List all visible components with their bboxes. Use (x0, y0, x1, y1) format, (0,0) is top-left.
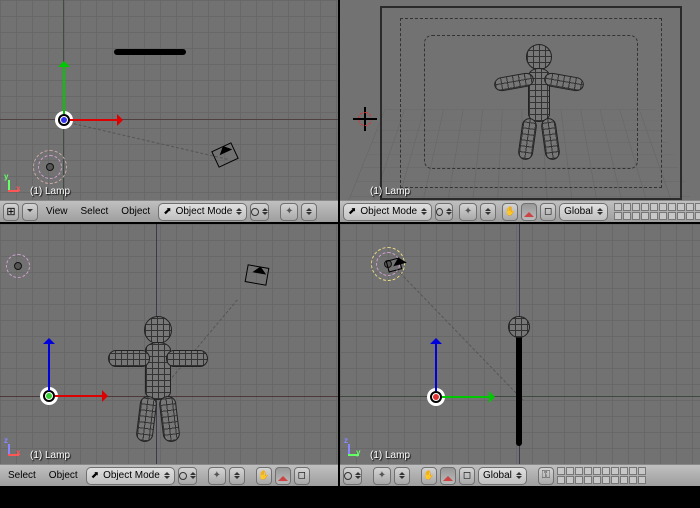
pivot-button[interactable] (280, 203, 298, 221)
layer-buttons[interactable] (557, 467, 646, 484)
mesh-top-silhouette[interactable] (114, 49, 186, 55)
manip-translate-button[interactable] (421, 467, 437, 485)
active-marker (33, 150, 67, 184)
x-axis-arrow[interactable] (70, 119, 118, 121)
manip-translate-button[interactable] (502, 203, 518, 221)
camera-object[interactable] (245, 264, 270, 286)
pivot-opts-button[interactable] (394, 467, 410, 485)
orientation-dropdown[interactable]: Global (559, 203, 608, 221)
header-top-right[interactable]: ⬈ Object Mode ◻ Global (340, 200, 700, 222)
mesh-human-figure[interactable] (108, 316, 208, 446)
selection-label: (1) Lamp (370, 186, 410, 197)
manip-rotate-button[interactable] (275, 467, 291, 485)
shading-dropdown[interactable] (178, 467, 197, 485)
manip-scale-button[interactable]: ◻ (294, 467, 310, 485)
pivot-button[interactable] (459, 203, 477, 221)
viewport-side[interactable]: z y (1) Lamp ◻ Global (340, 224, 700, 486)
manip-rotate-button[interactable] (440, 467, 456, 485)
header-top-left[interactable]: ⊞ View Select Object ⬈ Object Mode (0, 200, 338, 222)
mesh-side-silhouette[interactable] (516, 322, 522, 446)
menu-view[interactable]: View (41, 206, 73, 217)
viewport-camera[interactable]: (1) Lamp ⬈ Object Mode ◻ Global (340, 0, 700, 222)
pivot-button[interactable] (208, 467, 226, 485)
shading-dropdown[interactable] (250, 203, 269, 221)
object-mode-icon: ⬈ (91, 470, 99, 481)
menu-select[interactable]: Select (3, 470, 41, 481)
selection-label: (1) Lamp (30, 450, 70, 461)
axis-x (0, 119, 338, 120)
editor-type-button[interactable]: ⊞ (3, 203, 19, 221)
mesh-human-figure[interactable] (488, 44, 588, 164)
axis-indicator: y x (4, 172, 30, 198)
viewport-front[interactable]: z x (1) Lamp Select Object ⬈ Object Mode… (0, 224, 338, 486)
chevron-down-icon[interactable] (22, 203, 38, 221)
manip-scale-button[interactable]: ◻ (540, 203, 556, 221)
pivot-opts-button[interactable] (480, 203, 496, 221)
pivot-opts-button[interactable] (229, 467, 245, 485)
shading-dropdown[interactable] (343, 467, 362, 485)
orientation-dropdown[interactable]: Global (478, 467, 527, 485)
mode-dropdown[interactable]: ⬈ Object Mode (86, 467, 175, 485)
pivot-opts-button[interactable] (301, 203, 317, 221)
selection-label: (1) Lamp (370, 450, 410, 461)
manip-rotate-button[interactable] (521, 203, 537, 221)
header-bottom-left[interactable]: Select Object ⬈ Object Mode ◻ (0, 464, 338, 486)
menu-object[interactable]: Object (44, 470, 83, 481)
z-axis-arrow[interactable] (48, 343, 50, 391)
x-axis-arrow[interactable] (55, 395, 103, 397)
pivot-button[interactable] (373, 467, 391, 485)
menu-object[interactable]: Object (116, 206, 155, 217)
object-mode-icon: ⬈ (163, 206, 171, 217)
layer-buttons[interactable] (614, 203, 700, 220)
selection-label: (1) Lamp (30, 186, 70, 197)
viewport-top[interactable]: y x (1) Lamp ⊞ View Select Object ⬈ Obje… (0, 0, 338, 222)
lock-button[interactable] (538, 467, 554, 485)
manip-translate-button[interactable] (256, 467, 272, 485)
object-mode-icon: ⬈ (348, 206, 356, 217)
3d-cursor[interactable] (354, 108, 376, 130)
axis-indicator: z y (344, 436, 370, 462)
mesh-head-side (508, 316, 530, 338)
lamp-object[interactable] (6, 254, 30, 278)
manip-scale-button[interactable]: ◻ (459, 467, 475, 485)
mode-dropdown[interactable]: ⬈ Object Mode (158, 203, 247, 221)
y-axis-arrow[interactable] (442, 396, 490, 398)
split-horizontal[interactable] (0, 222, 700, 224)
header-bottom-right[interactable]: ◻ Global (340, 464, 700, 486)
menu-select[interactable]: Select (76, 206, 114, 217)
y-axis-arrow[interactable] (63, 66, 65, 114)
mode-dropdown[interactable]: ⬈ Object Mode (343, 203, 432, 221)
split-vertical[interactable] (338, 0, 340, 508)
shading-dropdown[interactable] (435, 203, 453, 221)
z-axis-arrow[interactable] (435, 343, 437, 391)
axis-indicator: z x (4, 436, 30, 462)
